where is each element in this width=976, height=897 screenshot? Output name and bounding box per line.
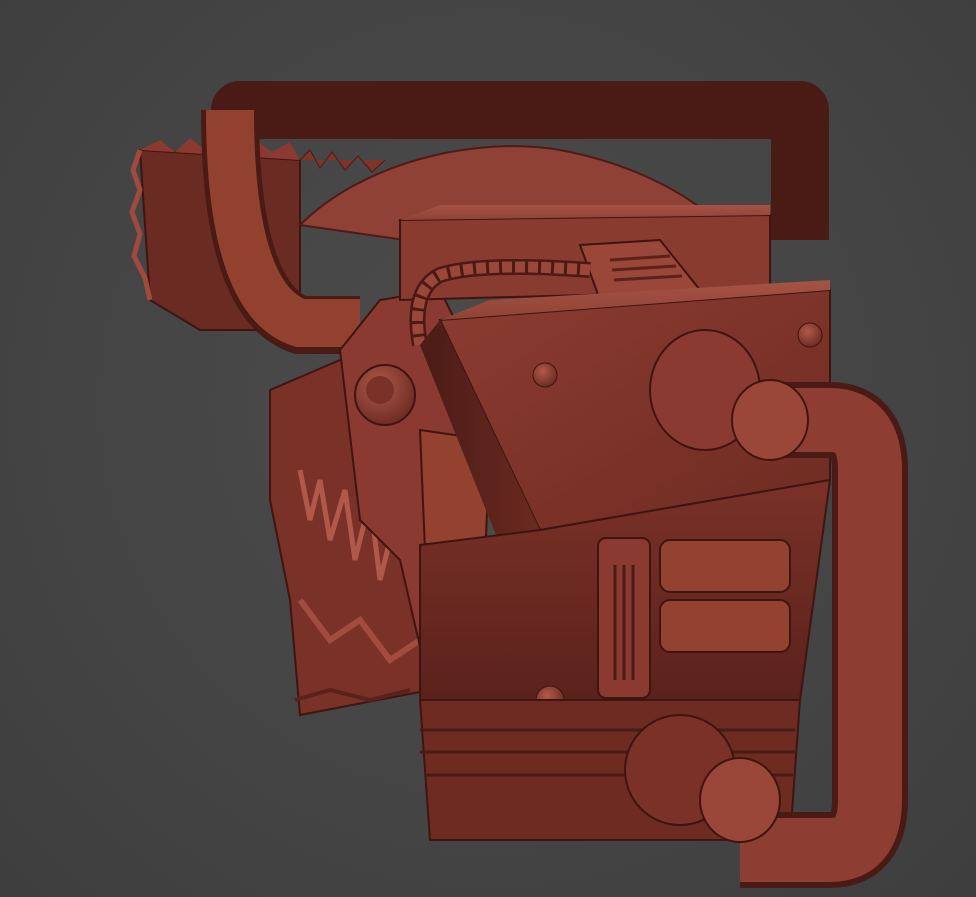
engine-top — [399, 205, 771, 302]
engine-block — [418, 280, 832, 841]
3d-viewport[interactable] — [0, 0, 976, 897]
chainsaw-render — [129, 81, 908, 888]
